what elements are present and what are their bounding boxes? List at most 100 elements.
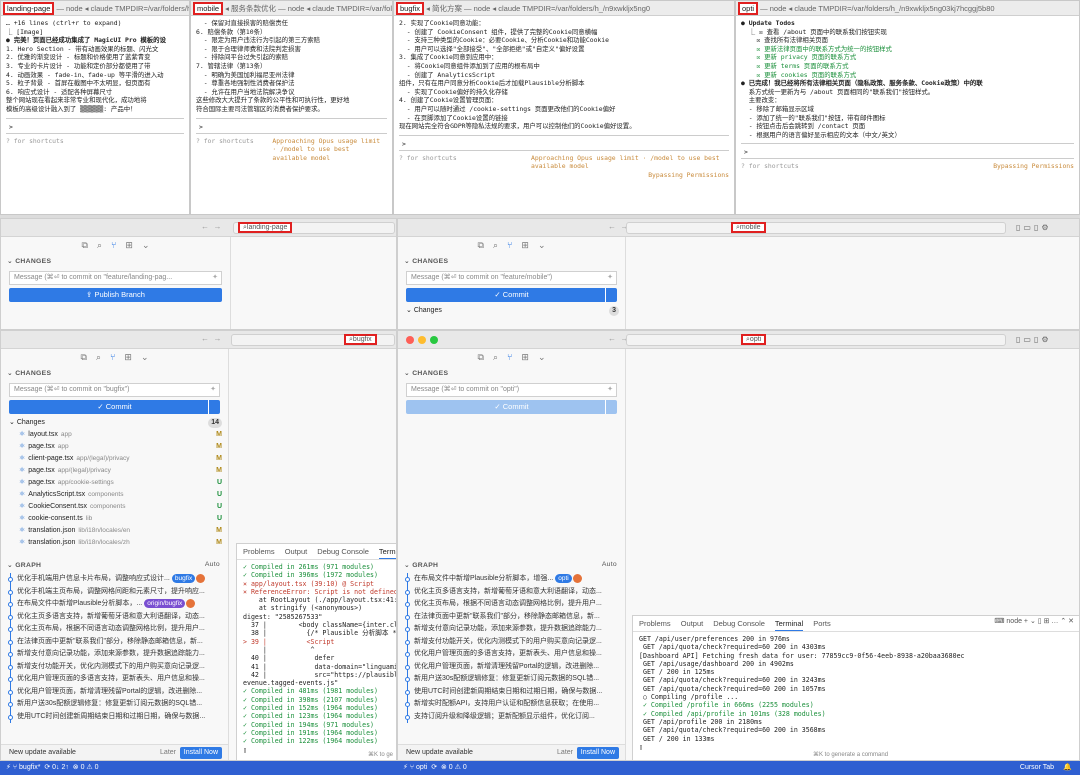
commit-button[interactable]: ✓ Commit (9, 400, 220, 414)
commit-item[interactable]: 新增支付意向记录功能，添加来源参数，提升数据追踪能力... (398, 623, 625, 636)
later-button[interactable]: Later (160, 745, 176, 760)
commit-item[interactable]: 优化用户管理页面的多语言支持，更新表头、用户信息和操... (398, 648, 625, 661)
file-item[interactable]: ⚛ layout.tsx app M (1, 429, 228, 441)
problems-indicator[interactable]: ⊗ 0 ⚠ 0 (73, 764, 99, 771)
nav-back-forward-icon[interactable]: ← → (201, 222, 221, 231)
commit-message-input[interactable]: Message (⌘⏎ to commit on "feature/landin… (9, 271, 222, 285)
grid-icon[interactable]: ⊞ (124, 352, 132, 363)
commit-message-input[interactable]: Message (⌘⏎ to commit on "opti") ✦ (406, 383, 617, 397)
copy-icon[interactable]: ⧉ (478, 352, 484, 363)
commit-item[interactable]: 优化主页多语言支持，新增葡萄牙语和意大利语翻译，动态... (398, 585, 625, 598)
section-graph[interactable]: ⌄ GRAPH Auto (398, 557, 625, 573)
search-icon[interactable]: ⌕ (96, 352, 101, 363)
search-icon[interactable]: ⌕ (493, 240, 498, 251)
chevron-down-icon[interactable]: ⌄ (538, 352, 546, 363)
commit-item[interactable]: 优化用户管理页面，新增清理残留Portal的逻辑，改进删除... (1, 685, 228, 698)
commit-item[interactable]: 新用户送30s配额逻辑修复：修复更新订阅元数据的SQL错... (1, 698, 228, 711)
commit-item[interactable]: 优化用户管理页面，新增清理残留Portal的逻辑，改进删除... (398, 660, 625, 673)
commit-dropdown[interactable] (605, 288, 617, 302)
commit-item[interactable]: 在布局文件中新增Plausible分析脚本，增强... opti (398, 573, 625, 586)
search-icon[interactable]: ⌕ (97, 240, 102, 251)
commit-item[interactable]: 支持订阅升级和降级逻辑；更新配额显示组件，优化订阅... (398, 710, 625, 723)
file-item[interactable]: ⚛ page.tsx app/cookie-settings U (1, 477, 228, 489)
sparkle-icon[interactable]: ✦ (607, 272, 613, 284)
source-control-icon[interactable]: ⑂ (111, 240, 116, 250)
bell-icon[interactable]: 🔔 (1063, 761, 1072, 775)
layout-icons[interactable]: ▯▭▯⚙ (1016, 223, 1052, 232)
file-item[interactable]: ⚛ page.tsx app/(legal)/privacy M (1, 465, 228, 477)
terminal-shell-selector[interactable]: ⌨ node + ⌄ ▯ ⊞ … ⌃ ✕ (994, 618, 1074, 626)
panel-tab[interactable]: Problems (639, 619, 671, 628)
panel-tab[interactable]: Output (285, 547, 308, 556)
copy-icon[interactable]: ⧉ (478, 240, 484, 251)
commit-item[interactable]: 优化手机端用户信息卡片布局，调整响应式设计... bugfix (1, 573, 228, 586)
file-item[interactable]: ⚛ translation.json lib/i18n/locales/en M (1, 525, 228, 537)
commit-dropdown[interactable] (605, 400, 617, 414)
commit-item[interactable]: 使用UTC时间创建新周期结束日期和过期日期，确保与数据... (1, 710, 228, 723)
search-icon[interactable]: ⌕ (493, 352, 498, 363)
file-item[interactable]: ⚛ translation.json lib/i18n/locales/zh M (1, 537, 228, 549)
cursor-tab-indicator[interactable]: Cursor Tab (1020, 761, 1054, 775)
panel-tab[interactable]: Termi (378, 547, 396, 559)
chevron-down-icon[interactable]: ⌄ (142, 240, 150, 251)
terminal-titlebar[interactable]: opti — node ◂ claude TMPDIR=/var/folders… (736, 1, 1079, 16)
panel-tab[interactable]: Output (681, 619, 704, 628)
file-item[interactable]: ⚛ cookie-consent.ts lib U (1, 513, 228, 525)
section-changes[interactable]: ⌄ CHANGES (398, 365, 625, 381)
copy-icon[interactable]: ⧉ (81, 352, 87, 363)
grid-icon[interactable]: ⊞ (521, 240, 529, 251)
chevron-down-icon[interactable]: ⌄ (538, 240, 546, 251)
commit-item[interactable]: 优化主页多语言支持，新增葡萄牙语和意大利语翻译，动态... (1, 610, 228, 623)
prompt-input[interactable]: > (196, 117, 387, 134)
problems-indicator[interactable]: ⊗ 0 ⚠ 0 (441, 764, 467, 771)
install-now-button[interactable]: Install Now (179, 747, 222, 759)
panel-tab[interactable]: Terminal (774, 619, 804, 631)
remote-icon[interactable]: ⚡ (6, 764, 11, 771)
sparkle-icon[interactable]: ✦ (212, 272, 218, 284)
branch-indicator[interactable]: ⑂ opti (410, 764, 427, 771)
command-center-search[interactable]: ⌕mobile (626, 222, 1006, 234)
panel-tab[interactable]: Debug Console (713, 619, 765, 628)
source-control-icon[interactable]: ⑂ (507, 240, 512, 250)
panel-tab[interactable]: Ports (813, 619, 831, 628)
section-changes[interactable]: ⌄ CHANGES (398, 253, 625, 269)
command-center-search[interactable]: ⌕opti (626, 334, 1006, 346)
sync-indicator[interactable]: ⟳ (431, 764, 437, 771)
file-item[interactable]: ⚛ client-page.tsx app/(legal)/privacy M (1, 453, 228, 465)
commit-item[interactable]: 新增支付功能开关，优化内测模式下的用户购买意向记录逻... (1, 660, 228, 673)
commit-dropdown[interactable] (208, 400, 220, 414)
changes-group[interactable]: ⌄ Changes 3 (398, 305, 625, 317)
commit-item[interactable]: 优化主页布局，根据不同语言动态调整网格比例，提升用户... (398, 598, 625, 611)
commit-item[interactable]: 新用户送30s配额逻辑修复：修复更新订阅元数据的SQL错... (398, 673, 625, 686)
branch-indicator[interactable]: ⑂ bugfix* (13, 764, 41, 771)
prompt-input[interactable]: > (741, 143, 1074, 160)
prompt-input[interactable]: > (6, 117, 184, 134)
commit-item[interactable]: 在法律页面中更新"联系我们"部分，移除静态邮箱信息，新... (398, 610, 625, 623)
commit-message-input[interactable]: Message (⌘⏎ to commit on "feature/mobile… (406, 271, 617, 285)
section-changes[interactable]: ⌄ CHANGES (1, 253, 230, 269)
terminal-titlebar[interactable]: landing-page — node ◂ claude TMPDIR=/var… (1, 1, 189, 16)
commit-item[interactable]: 优化手机端主页布局，调整网格间距和元素尺寸，提升响应... (1, 585, 228, 598)
command-center-search[interactable]: ⌕bugfix (231, 334, 395, 346)
commit-message-input[interactable]: Message (⌘⏎ to commit on "bugfix") ✦ (9, 383, 220, 397)
graph-auto-toggle[interactable]: Auto (205, 561, 220, 568)
later-button[interactable]: Later (557, 745, 573, 760)
chevron-down-icon[interactable]: ⌄ (141, 352, 149, 363)
sync-indicator[interactable]: ⟳ 0↓ 2↑ (44, 764, 69, 771)
commit-item[interactable]: 使用UTC时间创建新周期结束日期和过期日期，确保与数据... (398, 685, 625, 698)
command-center-search[interactable]: ⌕landing-page (233, 222, 395, 234)
remote-icon[interactable]: ⚡ (403, 764, 408, 771)
commit-item[interactable]: 优化用户管理页面的多语言支持，更新表头、用户信息和操... (1, 673, 228, 686)
copy-icon[interactable]: ⧉ (82, 240, 88, 251)
section-changes[interactable]: ⌄ CHANGES (1, 365, 228, 381)
publish-branch-button[interactable]: ⇪ Publish Branch (9, 288, 222, 302)
grid-icon[interactable]: ⊞ (125, 240, 133, 251)
commit-item[interactable]: 优化主页布局，根据不同语言动态调整网格比例，提升用户... (1, 623, 228, 636)
source-control-icon[interactable]: ⑂ (507, 352, 512, 362)
graph-auto-toggle[interactable]: Auto (602, 561, 617, 568)
panel-tab[interactable]: Debug Console (317, 547, 369, 556)
sparkle-icon[interactable]: ✦ (607, 384, 613, 396)
file-item[interactable]: ⚛ AnalyticsScript.tsx components U (1, 489, 228, 501)
changes-group[interactable]: ⌄ Changes 14 (1, 417, 228, 429)
prompt-input[interactable]: > (399, 134, 729, 151)
